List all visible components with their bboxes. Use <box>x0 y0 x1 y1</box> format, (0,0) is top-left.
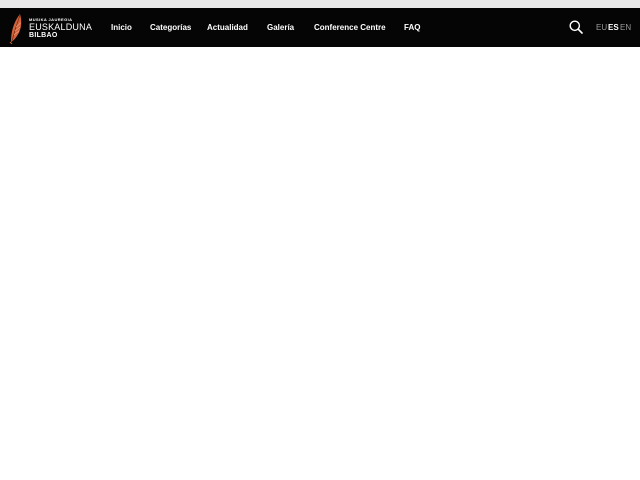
site-logo[interactable]: MUSIKA JAUREGIA EUSKALDUNA BILBAO <box>8 11 92 44</box>
nav-item-faq[interactable]: FAQ <box>404 8 420 47</box>
search-icon <box>569 20 583 34</box>
nav-item-categorias[interactable]: Categorías <box>150 8 191 47</box>
nav-item-galeria[interactable]: Galería <box>267 8 294 47</box>
page-content <box>0 47 640 480</box>
logo-city: BILBAO <box>29 32 58 39</box>
feather-logo-icon <box>9 14 22 44</box>
language-eu[interactable]: EU <box>596 8 607 47</box>
site-header: MUSIKA JAUREGIA EUSKALDUNA BILBAO Inicio… <box>0 8 640 47</box>
language-es[interactable]: ES <box>608 8 619 47</box>
nav-item-inicio[interactable]: Inicio <box>111 8 132 47</box>
nav-item-actualidad[interactable]: Actualidad <box>207 8 248 47</box>
search-button[interactable] <box>569 20 583 34</box>
language-en[interactable]: EN <box>620 8 631 47</box>
browser-top-strip <box>0 0 640 8</box>
nav-item-conference-centre[interactable]: Conference Centre <box>314 8 386 47</box>
logo-title: EUSKALDUNA <box>29 22 93 32</box>
